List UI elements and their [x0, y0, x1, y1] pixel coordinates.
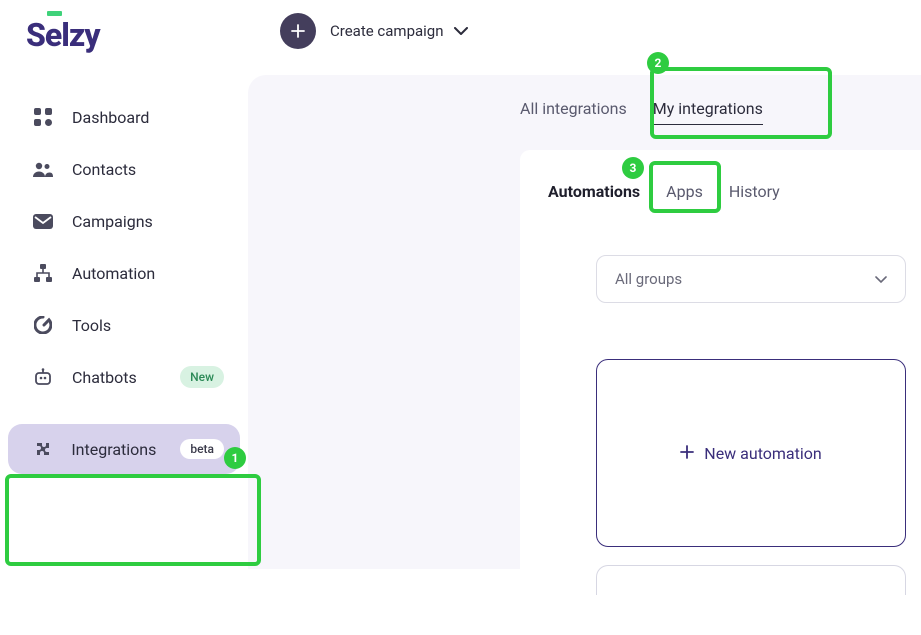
- tab-my-integrations[interactable]: My integrations: [653, 93, 763, 125]
- new-badge: New: [180, 366, 224, 388]
- sidebar-item-label: Campaigns: [72, 212, 153, 231]
- sidebar-item-label: Contacts: [72, 160, 136, 179]
- beta-badge: beta: [180, 439, 224, 459]
- sidebar-item-contacts[interactable]: Contacts: [8, 144, 240, 194]
- sidebar-item-integrations[interactable]: Integrations beta: [8, 424, 240, 474]
- sidebar-item-label: Chatbots: [72, 368, 137, 387]
- subtab-automations[interactable]: Automations: [546, 176, 642, 207]
- plus-icon: [291, 24, 305, 38]
- groups-dropdown[interactable]: All groups: [596, 255, 906, 303]
- sidebar: Dashboard Contacts Campaigns Automation …: [0, 90, 248, 476]
- sidebar-item-dashboard[interactable]: Dashboard: [8, 92, 240, 142]
- create-campaign-dropdown[interactable]: Create campaign: [330, 22, 468, 40]
- tab-all-integrations[interactable]: All integrations: [520, 93, 627, 125]
- new-automation-card[interactable]: New automation: [596, 359, 906, 547]
- sidebar-item-campaigns[interactable]: Campaigns: [8, 196, 240, 246]
- automation-icon: [32, 262, 54, 284]
- new-automation-label: New automation: [704, 444, 821, 463]
- sidebar-item-label: Tools: [72, 316, 111, 335]
- chatbots-icon: [32, 366, 54, 388]
- dropdown-selected: All groups: [615, 270, 682, 288]
- dashboard-icon: [32, 106, 54, 128]
- integrations-icon: [32, 438, 53, 460]
- campaigns-icon: [32, 210, 54, 232]
- tools-icon: [32, 314, 54, 336]
- subtab-history[interactable]: History: [727, 176, 782, 207]
- plus-icon: [680, 444, 694, 463]
- sidebar-item-tools[interactable]: Tools: [8, 300, 240, 350]
- brand-logo[interactable]: Selzy: [26, 16, 100, 54]
- sidebar-item-chatbots[interactable]: Chatbots New: [8, 352, 240, 402]
- create-campaign-label: Create campaign: [330, 22, 444, 40]
- sidebar-item-label: Dashboard: [72, 108, 149, 127]
- create-campaign-plus-button[interactable]: [280, 13, 316, 49]
- sidebar-item-label: Integrations: [71, 440, 156, 459]
- callout-box-1: [5, 474, 261, 566]
- chevron-down-icon: [454, 22, 468, 40]
- contacts-icon: [32, 158, 54, 180]
- main-content: All integrations My integrations Automat…: [248, 75, 921, 569]
- automation-card-placeholder: [596, 565, 906, 595]
- chevron-down-icon: [875, 270, 887, 288]
- sidebar-item-automation[interactable]: Automation: [8, 248, 240, 298]
- sidebar-item-label: Automation: [72, 264, 155, 283]
- subtab-apps[interactable]: Apps: [664, 176, 705, 207]
- integrations-panel: Automations Apps History All groups New …: [520, 150, 921, 635]
